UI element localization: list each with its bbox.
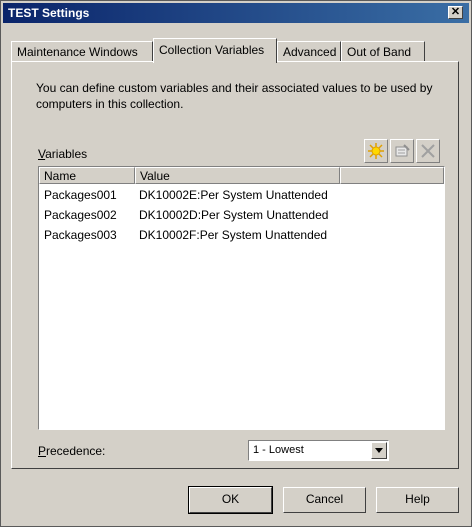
- collection-variables-panel: You can define custom variables and thei…: [11, 61, 459, 469]
- description-text: You can define custom variables and thei…: [36, 81, 433, 111]
- column-header-empty: [340, 167, 444, 184]
- row-name: Packages001: [44, 188, 117, 202]
- title-bar: TEST Settings ✕: [3, 3, 469, 23]
- precedence-label-accel: P: [38, 444, 47, 458]
- row-value: DK10002D:Per System Unattended: [139, 208, 329, 222]
- window-title: TEST Settings: [8, 6, 90, 20]
- row-value: DK10002E:Per System Unattended: [139, 188, 328, 202]
- tab-advanced[interactable]: Advanced: [277, 41, 341, 61]
- new-icon: [368, 143, 384, 159]
- column-header-name[interactable]: Name: [39, 167, 135, 184]
- settings-dialog: TEST Settings ✕ Maintenance Windows Coll…: [0, 0, 472, 527]
- help-button[interactable]: Help: [376, 487, 459, 513]
- properties-icon: [395, 144, 410, 157]
- new-variable-button[interactable]: [364, 139, 388, 163]
- precedence-value: 1 - Lowest: [253, 444, 304, 456]
- row-value: DK10002F:Per System Unattended: [139, 228, 328, 242]
- table-row[interactable]: Packages001 DK10002E:Per System Unattend…: [39, 186, 444, 206]
- variables-list[interactable]: Name Value Packages001 DK10002E:Per Syst…: [38, 166, 445, 430]
- table-row[interactable]: Packages002 DK10002D:Per System Unattend…: [39, 206, 444, 226]
- ok-button[interactable]: OK: [188, 486, 273, 514]
- close-button[interactable]: ✕: [448, 6, 463, 19]
- chevron-down-icon: [375, 448, 383, 453]
- precedence-dropdown[interactable]: 1 - Lowest: [248, 440, 389, 461]
- variables-label: Variables: [38, 147, 87, 161]
- tab-collection-variables[interactable]: Collection Variables: [153, 38, 277, 63]
- cancel-button[interactable]: Cancel: [283, 487, 366, 513]
- precedence-label-text: recedence:: [46, 444, 106, 458]
- properties-button[interactable]: [390, 139, 414, 163]
- table-row[interactable]: Packages003 DK10002F:Per System Unattend…: [39, 226, 444, 246]
- column-header-value[interactable]: Value: [135, 167, 340, 184]
- precedence-label: Precedence:: [38, 444, 105, 458]
- delete-icon: [421, 144, 435, 158]
- delete-button[interactable]: [416, 139, 440, 163]
- tab-maintenance-windows[interactable]: Maintenance Windows: [11, 41, 153, 61]
- list-header: Name Value: [39, 167, 444, 184]
- row-name: Packages003: [44, 228, 117, 242]
- dropdown-arrow-button[interactable]: [371, 442, 387, 459]
- variables-label-text: ariables: [45, 147, 88, 161]
- tab-out-of-band[interactable]: Out of Band: [341, 41, 425, 61]
- row-name: Packages002: [44, 208, 117, 222]
